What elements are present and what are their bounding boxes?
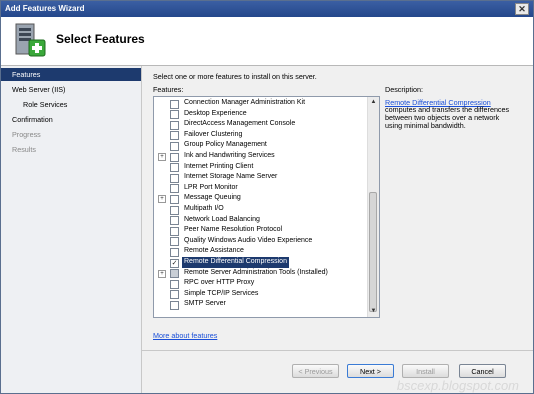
feature-row[interactable]: Simple TCP/IP Services — [154, 289, 366, 300]
feature-checkbox[interactable] — [170, 173, 179, 183]
feature-label: Failover Clustering — [184, 130, 243, 138]
description-label: Description: — [385, 85, 423, 94]
next-button[interactable]: Next > — [347, 364, 394, 378]
feature-row[interactable]: SMTP Server — [154, 299, 366, 310]
feature-label: Remote Assistance — [184, 247, 244, 255]
close-icon: ✕ — [518, 4, 526, 14]
feature-row[interactable]: Quality Windows Audio Video Experience — [154, 236, 366, 247]
feature-checkbox[interactable] — [170, 226, 179, 236]
feature-row[interactable]: Failover Clustering — [154, 130, 366, 141]
feature-checkbox[interactable] — [170, 99, 179, 109]
cancel-button[interactable]: Cancel — [459, 364, 506, 378]
scroll-thumb[interactable] — [369, 192, 377, 312]
wizard-header: Select Features — [1, 17, 533, 66]
feature-checkbox[interactable] — [170, 279, 179, 289]
description-text: computes and transfers the differences b… — [385, 105, 510, 131]
close-button[interactable]: ✕ — [515, 3, 529, 15]
server-features-icon — [15, 23, 46, 57]
feature-label: Ink and Handwriting Services — [184, 152, 275, 159]
feature-checkbox[interactable] — [170, 269, 179, 279]
feature-label: Peer Name Resolution Protocol — [184, 226, 283, 234]
feature-checkbox[interactable] — [170, 194, 179, 204]
feature-label: Network Load Balancing — [184, 215, 260, 223]
feature-checkbox[interactable] — [170, 205, 179, 215]
feature-row[interactable]: Peer Name Resolution Protocol — [154, 225, 366, 236]
feature-checkbox[interactable] — [170, 184, 179, 194]
feature-checkbox[interactable] — [170, 247, 179, 257]
nav-item-role-services[interactable]: Role Services — [1, 98, 141, 111]
feature-label: Group Policy Management — [184, 141, 267, 149]
feature-row[interactable]: Network Load Balancing — [154, 215, 366, 226]
install-button[interactable]: Install — [402, 364, 449, 378]
window-title: Add Features Wizard — [5, 4, 85, 13]
feature-checkbox[interactable] — [170, 163, 179, 173]
scroll-up-icon[interactable]: ▲ — [368, 97, 379, 108]
feature-checkbox[interactable] — [170, 290, 179, 300]
feature-label: Desktop Experience — [184, 109, 247, 117]
feature-row[interactable]: + Message Queuing — [154, 193, 366, 204]
feature-label: Internet Storage Name Server — [184, 173, 278, 181]
feature-checkbox[interactable] — [170, 120, 179, 130]
title-bar: Add Features Wizard ✕ — [1, 1, 533, 17]
previous-button[interactable]: < Previous — [292, 364, 339, 378]
feature-row[interactable]: Group Policy Management — [154, 140, 366, 151]
feature-row[interactable]: Connection Manager Administration Kit — [154, 98, 366, 109]
feature-row[interactable]: + Remote Server Administration Tools (Ins… — [154, 268, 366, 279]
feature-checkbox[interactable] — [170, 216, 179, 226]
features-label: Features: — [153, 85, 184, 94]
feature-checkbox[interactable] — [170, 131, 179, 141]
feature-checkbox[interactable] — [170, 237, 179, 247]
feature-row[interactable]: LPR Port Monitor — [154, 183, 366, 194]
wizard-window: Add Features Wizard ✕ Select Features Fe… — [0, 0, 534, 394]
nav-item-web-server[interactable]: Web Server (IIS) — [1, 83, 141, 96]
expand-plus-icon[interactable]: + — [158, 153, 166, 161]
feature-row[interactable]: Multipath I/O — [154, 204, 366, 215]
feature-checkbox[interactable] — [170, 110, 179, 120]
feature-row[interactable]: Desktop Experience — [154, 109, 366, 120]
feature-label: DirectAccess Management Console — [184, 120, 296, 128]
nav-item-progress: Progress — [12, 130, 41, 139]
feature-row[interactable]: ✓ Remote Differential Compression — [154, 257, 366, 268]
expand-plus-icon[interactable]: + — [158, 195, 166, 204]
feature-label: Remote Differential Compression — [182, 257, 289, 268]
page-title: Select Features — [56, 32, 145, 46]
feature-label: Connection Manager Administration Kit — [184, 99, 306, 106]
feature-label: Simple TCP/IP Services — [184, 289, 259, 297]
feature-label: LPR Port Monitor — [184, 183, 238, 191]
tree-scrollbar[interactable]: ▲ ▼ — [367, 97, 379, 317]
feature-row[interactable]: Remote Assistance — [154, 246, 366, 257]
feature-label: Message Queuing — [184, 194, 241, 202]
feature-checkbox[interactable] — [170, 300, 179, 310]
expand-plus-icon[interactable]: + — [158, 269, 166, 278]
feature-checkbox[interactable]: ✓ — [170, 258, 179, 268]
feature-label: Remote Server Administration Tools (Inst… — [184, 268, 328, 276]
nav-item-confirmation[interactable]: Confirmation — [1, 113, 141, 126]
feature-label: SMTP Server — [184, 300, 226, 308]
more-about-features-link[interactable]: More about features — [153, 331, 217, 340]
wizard-nav: Features Web Server (IIS) Role Services … — [1, 66, 142, 393]
feature-checkbox[interactable] — [170, 152, 179, 162]
feature-label: Quality Windows Audio Video Experience — [184, 236, 313, 244]
feature-row[interactable]: Internet Printing Client — [154, 162, 366, 173]
feature-label: Multipath I/O — [184, 205, 224, 212]
feature-checkbox[interactable] — [170, 141, 179, 151]
feature-label: RPC over HTTP Proxy — [184, 279, 255, 287]
main-panel: Select one or more features to install o… — [142, 66, 533, 393]
feature-row[interactable]: + Ink and Handwriting Services — [154, 151, 366, 162]
watermark: bscexp.blogspot.com — [396, 378, 519, 393]
nav-item-results: Results — [12, 145, 36, 154]
nav-item-features[interactable]: Features — [1, 68, 141, 81]
footer-divider — [142, 350, 533, 351]
features-tree[interactable]: SMTP Server Simple TCP/IP Services RPC ove… — [153, 96, 380, 318]
feature-row[interactable]: RPC over HTTP Proxy — [154, 278, 366, 289]
feature-label: Internet Printing Client — [184, 162, 254, 170]
scroll-down-icon[interactable]: ▼ — [368, 306, 379, 317]
feature-row[interactable]: Internet Storage Name Server — [154, 172, 366, 183]
feature-row[interactable]: DirectAccess Management Console — [154, 119, 366, 130]
instruction-text: Select one or more features to install o… — [153, 72, 317, 81]
